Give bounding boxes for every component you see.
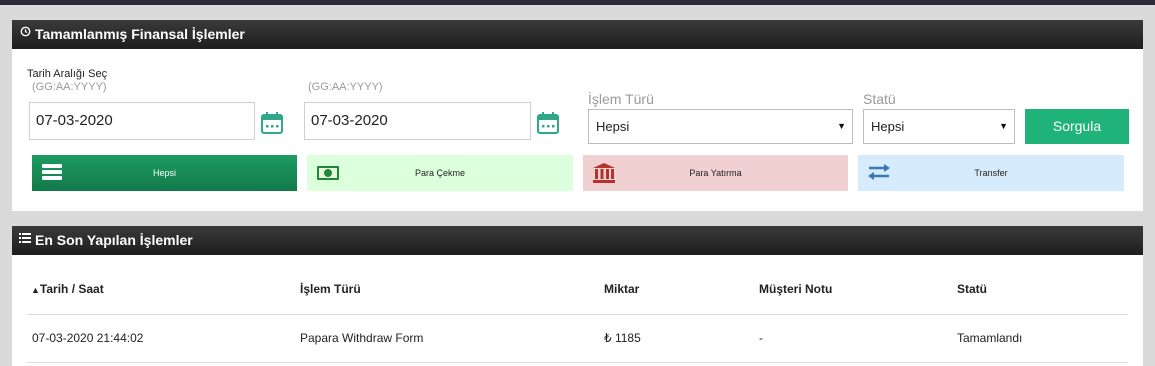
- start-date-format-hint: (GG:AA:YYYY): [32, 81, 107, 93]
- completed-transactions-panel: Tamamlanmış Finansal İşlemler Tarih Aral…: [12, 20, 1143, 211]
- transaction-type-label: İşlem Türü: [588, 91, 654, 107]
- calendar-icon[interactable]: [536, 111, 560, 135]
- cell-amount: ₺ 1185: [604, 331, 641, 345]
- history-icon: [19, 20, 31, 49]
- status-label: Statü: [863, 91, 896, 107]
- cell-customer-note: -: [759, 331, 763, 345]
- filter-deposit-button[interactable]: Para Yatırma: [583, 155, 848, 191]
- status-select[interactable]: Hepsi ▼: [863, 109, 1015, 144]
- list-icon: [19, 226, 31, 255]
- bank-icon: [593, 163, 615, 183]
- list-icon: [42, 164, 62, 180]
- chevron-down-icon: ▼: [837, 121, 846, 131]
- cell-status: Tamamlandı: [957, 331, 1023, 345]
- column-header-label: Tarih / Saat: [39, 282, 104, 296]
- column-header-customer-note[interactable]: Müşteri Notu: [759, 282, 832, 296]
- end-date-input[interactable]: 07-03-2020: [304, 102, 531, 140]
- column-header-datetime[interactable]: ▲Tarih / Saat: [31, 282, 104, 296]
- top-bar: [0, 0, 1155, 5]
- sort-ascending-icon: ▲: [31, 285, 40, 295]
- query-button[interactable]: Sorgula: [1025, 109, 1129, 144]
- filter-withdraw-button[interactable]: Para Çekme: [307, 155, 573, 191]
- cell-datetime: 07-03-2020 21:44:02: [32, 331, 144, 345]
- date-range-label: Tarih Aralığı Seç: [27, 68, 108, 80]
- chevron-down-icon: ▼: [999, 121, 1008, 131]
- cell-transaction-type: Papara Withdraw Form: [300, 331, 424, 345]
- start-date-input[interactable]: 07-03-2020: [29, 102, 255, 140]
- transaction-type-value: Hepsi: [596, 119, 630, 134]
- panel-header: En Son Yapılan İşlemler: [12, 226, 1143, 255]
- filter-label: Transfer: [974, 168, 1008, 178]
- panel-title: En Son Yapılan İşlemler: [35, 232, 193, 248]
- filter-label: Para Çekme: [414, 168, 466, 178]
- status-value: Hepsi: [871, 119, 905, 134]
- column-header-amount[interactable]: Miktar: [604, 282, 639, 296]
- filter-transfer-button[interactable]: Transfer: [858, 155, 1124, 191]
- panel-header: Tamamlanmış Finansal İşlemler: [12, 20, 1143, 49]
- transfer-arrows-icon: [868, 164, 890, 180]
- money-icon: [317, 166, 339, 180]
- panel-title: Tamamlanmış Finansal İşlemler: [35, 26, 245, 42]
- column-header-status[interactable]: Statü: [957, 282, 987, 296]
- filter-label: Para Yatırma: [689, 168, 742, 178]
- column-header-transaction-type[interactable]: İşlem Türü: [300, 282, 361, 296]
- end-date-format-hint: (GG:AA:YYYY): [308, 81, 383, 93]
- table-row-divider: [27, 362, 1128, 363]
- table-header-divider: [27, 314, 1128, 315]
- calendar-icon[interactable]: [260, 111, 284, 135]
- transaction-type-select[interactable]: Hepsi ▼: [588, 109, 853, 144]
- filter-all-button[interactable]: Hepsi: [32, 155, 297, 191]
- filter-label: Hepsi: [152, 168, 176, 178]
- recent-transactions-panel: En Son Yapılan İşlemler ▲Tarih / Saat İş…: [12, 226, 1143, 366]
